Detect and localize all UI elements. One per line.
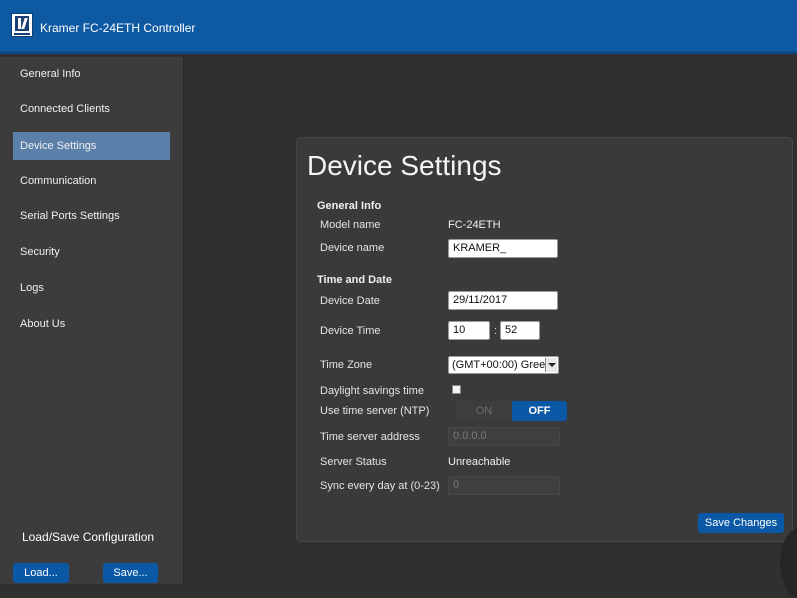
sidebar-item-logs[interactable]: Logs [13,274,170,302]
page-title: Device Settings [307,150,502,181]
sidebar-item-serial-ports[interactable]: Serial Ports Settings [13,202,170,230]
app-header: Kramer FC-24ETH Controller [0,0,797,54]
ntp-on-option[interactable]: ON [456,401,512,421]
minute-input[interactable]: 52 [500,321,540,340]
sidebar-item-connected-clients[interactable]: Connected Clients [13,95,170,123]
model-name-label: Model name [320,219,381,231]
load-save-title: Load/Save Configuration [22,530,155,544]
sync-hour-label: Sync every day at (0-23) [320,480,440,492]
hour-input[interactable]: 10 [448,321,490,340]
server-status-label: Server Status [320,456,387,468]
time-server-address-input[interactable]: 0.0.0.0 [448,427,560,446]
sidebar-item-communication[interactable]: Communication [13,167,170,195]
ntp-off-option[interactable]: OFF [512,401,567,421]
save-changes-button[interactable]: Save Changes [698,513,784,533]
time-server-address-label: Time server address [320,431,420,443]
save-button[interactable]: Save... [103,563,158,583]
device-time-label: Device Time [320,325,381,337]
general-info-heading: General Info [317,200,382,212]
sidebar-item-device-settings[interactable]: Device Settings [13,132,170,160]
ntp-label: Use time server (NTP) [320,405,430,417]
sidebar-item-about-us[interactable]: About Us [13,310,170,338]
ntp-toggle[interactable]: ON OFF [456,401,567,421]
chevron-down-icon[interactable] [545,358,557,372]
load-button[interactable]: Load... [13,563,69,583]
daylight-savings-checkbox[interactable] [452,385,461,394]
sidebar-item-security[interactable]: Security [13,238,170,266]
sync-hour-input[interactable]: 0 [448,476,560,495]
app-title: Kramer FC-24ETH Controller [40,21,196,35]
device-date-label: Device Date [320,295,380,307]
time-date-heading: Time and Date [317,274,392,286]
time-zone-select[interactable]: (GMT+00:00) Greer [448,356,559,374]
device-name-input[interactable]: KRAMER_ [448,239,558,258]
model-name-value: FC-24ETH [448,219,501,231]
device-date-input[interactable]: 29/11/2017 [448,291,558,310]
kramer-logo-icon [11,13,33,37]
time-separator: : [494,325,498,337]
time-zone-value: (GMT+00:00) Greer [452,359,549,371]
sidebar-item-general-info[interactable]: General Info [13,60,170,88]
server-status-value: Unreachable [448,456,511,468]
daylight-savings-label: Daylight savings time [320,385,424,397]
time-zone-label: Time Zone [320,359,373,371]
device-name-label: Device name [320,242,385,254]
